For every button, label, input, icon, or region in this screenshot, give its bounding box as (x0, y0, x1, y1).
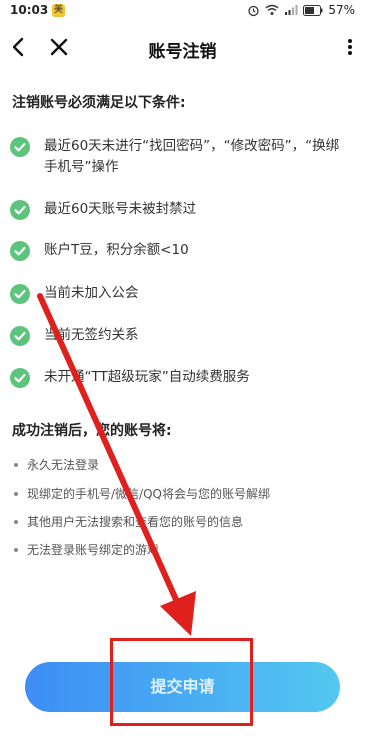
wifi-icon (265, 4, 279, 16)
condition-item: 当前未加入公会 (10, 283, 350, 304)
condition-item: 最近60天账号未被封禁过 (10, 199, 350, 220)
battery-percent: 57% (328, 3, 355, 17)
nav-bar: 账号注销 (0, 28, 365, 68)
consequences-heading: 成功注销后，您的账号将: (12, 423, 172, 439)
app-notification-badge: 美 (52, 4, 65, 17)
condition-item: 最近60天未进行“找回密码”，“修改密码”，“换绑手机号”操作 (10, 136, 350, 178)
check-circle-icon (10, 284, 30, 304)
submit-application-button[interactable]: 提交申请 (25, 662, 340, 712)
status-icons: 57% (247, 3, 355, 17)
consequence-item: 永久无法登录 (14, 456, 99, 473)
consequence-item: 现绑定的手机号/微信/QQ将会与您的账号解绑 (14, 485, 270, 502)
alarm-icon (247, 4, 260, 17)
conditions-heading: 注销账号必须满足以下条件: (12, 95, 186, 111)
consequence-item: 其他用户无法搜索和查看您的账号的信息 (14, 513, 243, 530)
bullet-icon (14, 462, 18, 467)
check-circle-icon (10, 200, 30, 220)
condition-text: 最近60天账号未被封禁过 (44, 201, 197, 217)
check-circle-icon (10, 326, 30, 346)
signal-icon (284, 4, 298, 16)
check-circle-icon (10, 241, 30, 261)
page-title: 账号注销 (148, 42, 217, 62)
consequence-text: 永久无法登录 (27, 458, 100, 472)
bullet-icon (14, 519, 18, 524)
status-bar: 10:03 美 57% (0, 0, 365, 22)
bullet-icon (14, 491, 18, 496)
condition-item: 当前无签约关系 (10, 325, 350, 346)
condition-item: 账户T豆，积分余额<10 (10, 240, 350, 261)
status-time: 10:03 (10, 3, 49, 17)
more-options-icon[interactable] (345, 34, 355, 60)
condition-text: 未开通“TT超级玩家”自动续费服务 (44, 369, 250, 385)
consequence-text: 无法登录账号绑定的游戏 (27, 543, 160, 557)
consequence-item: 无法登录账号绑定的游戏 (14, 541, 159, 558)
condition-text: 最近60天未进行“找回密码”，“修改密码”，“换绑手机号”操作 (44, 138, 340, 175)
condition-item: 未开通“TT超级玩家”自动续费服务 (10, 367, 350, 388)
check-circle-icon (10, 137, 30, 157)
battery-icon (303, 4, 323, 16)
consequence-text: 现绑定的手机号/微信/QQ将会与您的账号解绑 (27, 487, 270, 501)
condition-text: 当前无签约关系 (44, 327, 139, 343)
check-circle-icon (10, 368, 30, 388)
condition-text: 账户T豆，积分余额<10 (44, 242, 189, 258)
condition-text: 当前未加入公会 (44, 285, 139, 301)
consequence-text: 其他用户无法搜索和查看您的账号的信息 (27, 515, 244, 529)
bullet-icon (14, 547, 18, 552)
